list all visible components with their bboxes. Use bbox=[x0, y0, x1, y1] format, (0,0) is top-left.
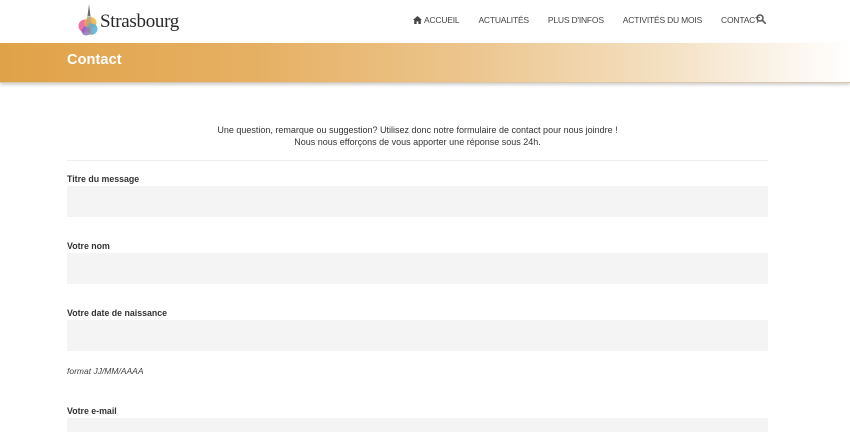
nav-label: ACTUALITÉS bbox=[478, 15, 529, 25]
site-logo[interactable]: Strasbourg bbox=[76, 3, 179, 37]
page-title: Contact bbox=[67, 52, 122, 68]
main-nav: ACCUEIL ACTUALITÉS PLUS D'INFOS ACTIVITÉ… bbox=[413, 14, 779, 26]
votre-nom-input[interactable] bbox=[67, 253, 768, 284]
nav-item-activites-du-mois[interactable]: ACTIVITÉS DU MOIS bbox=[623, 14, 702, 26]
nav-item-actualites[interactable]: ACTUALITÉS bbox=[478, 14, 529, 26]
nav-item-plus-dinfos[interactable]: PLUS D'INFOS bbox=[548, 14, 604, 26]
intro-line: Une question, remarque ou suggestion? Ut… bbox=[217, 125, 618, 135]
label-titre-du-message: Titre du message bbox=[67, 174, 140, 184]
nav-label: CONTACT bbox=[721, 15, 761, 25]
page-banner: Contact bbox=[0, 43, 850, 83]
date-de-naissance-input[interactable] bbox=[67, 320, 768, 351]
search-icon[interactable] bbox=[756, 14, 766, 24]
votre-email-input[interactable] bbox=[67, 418, 768, 432]
date-format-hint: format JJ/MM/AAAA bbox=[67, 366, 144, 376]
nav-label: ACTIVITÉS DU MOIS bbox=[622, 15, 703, 25]
nav-label: ACCUEIL bbox=[424, 15, 460, 25]
logo-text: Strasbourg bbox=[100, 11, 179, 32]
titre-du-message-input[interactable] bbox=[67, 186, 768, 217]
divider bbox=[67, 160, 768, 161]
nav-item-contact[interactable]: CONTACT bbox=[721, 14, 760, 26]
nav-label: PLUS D'INFOS bbox=[547, 15, 604, 25]
intro-text: Une question, remarque ou suggestion? Ut… bbox=[67, 124, 768, 148]
label-date-de-naissance: Votre date de naissance bbox=[67, 308, 168, 318]
home-icon bbox=[413, 16, 422, 24]
cathedral-logo-icon bbox=[78, 3, 98, 35]
nav-item-accueil[interactable]: ACCUEIL bbox=[413, 14, 460, 26]
top-header: Strasbourg ACCUEIL ACTUALITÉS PLUS D'INF… bbox=[0, 0, 850, 43]
intro-line: Nous nous efforçons de vous apporter une… bbox=[294, 137, 541, 147]
label-votre-email: Votre e-mail bbox=[67, 406, 117, 416]
label-votre-nom: Votre nom bbox=[67, 241, 110, 251]
